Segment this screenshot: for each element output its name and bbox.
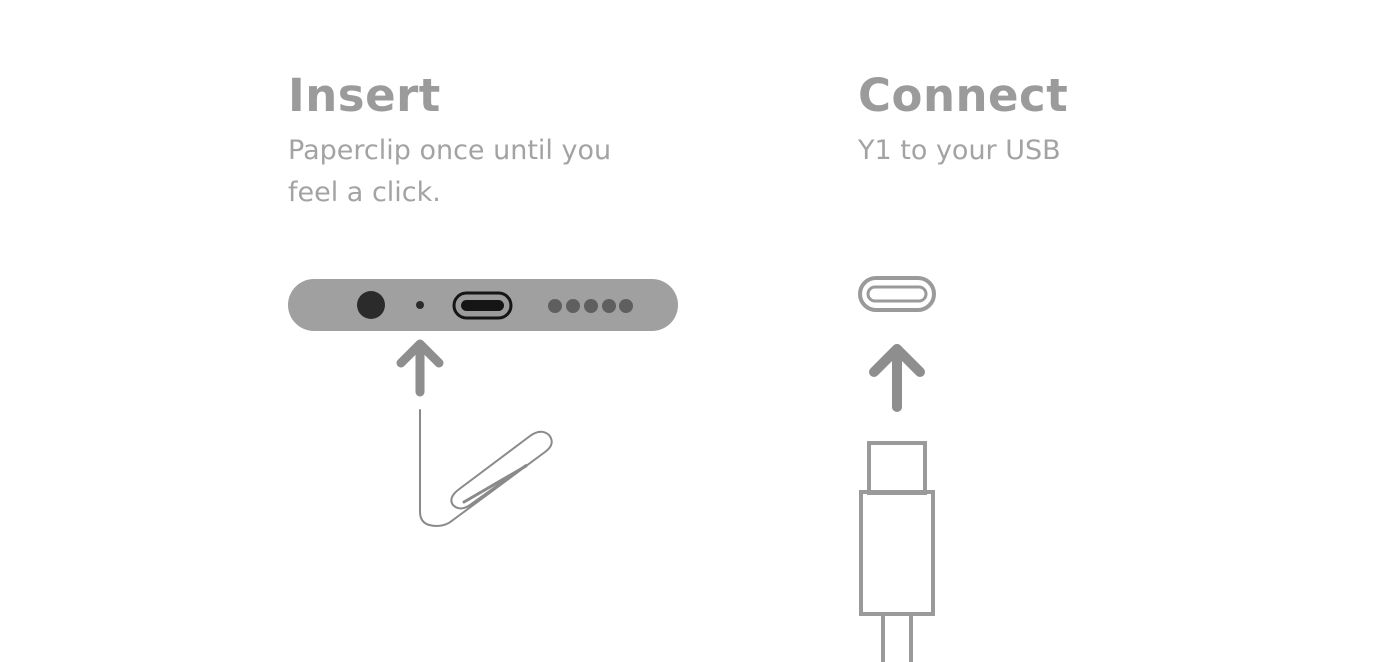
headphone-jack-icon — [357, 291, 385, 319]
usb-c-port-tongue — [866, 285, 928, 303]
paperclip-icon — [419, 409, 553, 527]
reset-pinhole-icon — [416, 301, 424, 309]
usb-c-plug-tip — [867, 441, 927, 495]
up-arrow-icon — [396, 339, 444, 397]
usb-c-plug-icon — [859, 441, 935, 662]
usb-c-plug-housing — [859, 490, 935, 616]
illustration-canvas — [288, 276, 936, 662]
device-bottom-edge — [288, 279, 678, 331]
usb-c-port-icon — [858, 276, 936, 312]
up-arrow-icon — [869, 344, 925, 412]
usb-c-port-tongue — [461, 300, 504, 311]
